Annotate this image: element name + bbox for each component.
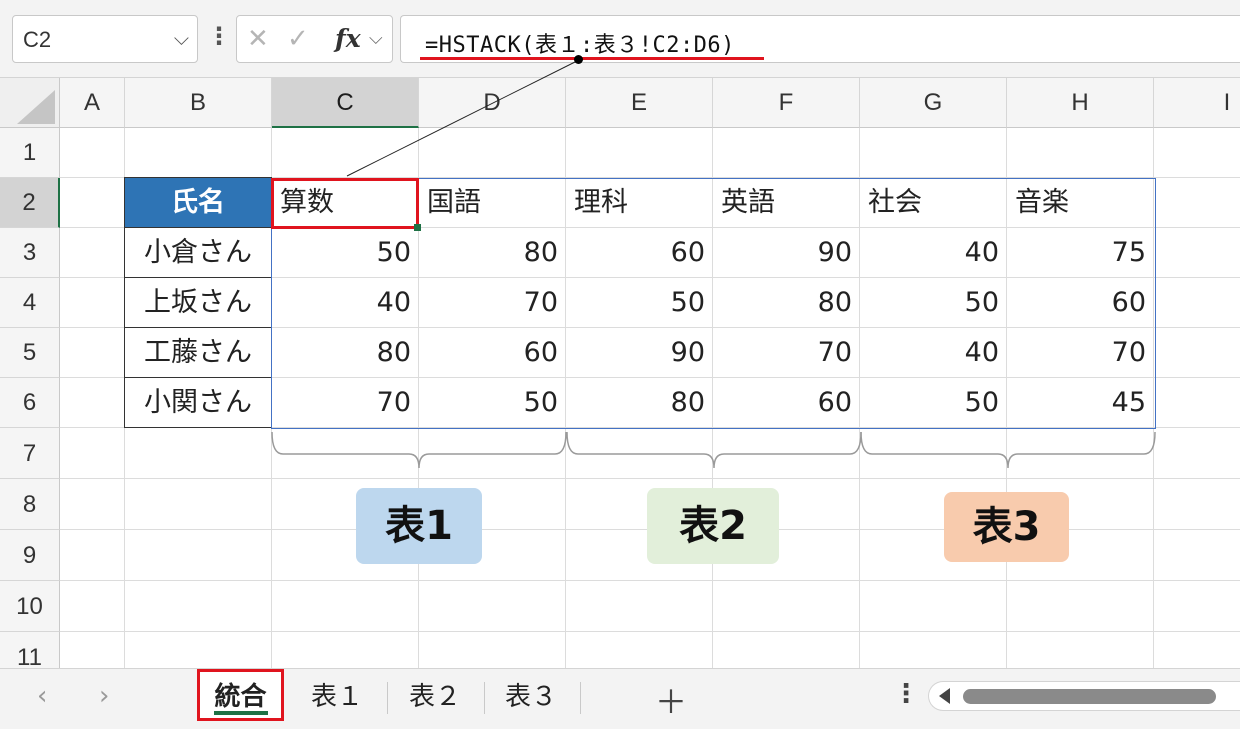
formula-text: =HSTACK(表１:表３!C2:D6) — [425, 33, 735, 58]
tab-sheet-2[interactable]: 表２ — [390, 669, 480, 725]
row-header-7[interactable]: 7 — [0, 428, 60, 479]
gridline — [60, 631, 1240, 632]
select-all-corner[interactable] — [0, 78, 60, 128]
horizontal-scrollbar[interactable] — [928, 681, 1240, 711]
badge-table-1: 表1 — [356, 488, 482, 564]
fx-icon[interactable]: fx — [335, 24, 361, 53]
row-header-1[interactable]: 1 — [0, 128, 60, 178]
column-header-c[interactable]: C — [272, 78, 419, 128]
column-header-i[interactable]: I — [1154, 78, 1240, 128]
chevron-down-icon[interactable]: ⌵ — [369, 28, 383, 49]
column-header-a[interactable]: A — [60, 78, 125, 128]
formula-bar: C2 ⌵ ⋮ ✕ ✓ fx ⌵ =HSTACK(表１:表３!C2:D6) — [0, 0, 1240, 78]
chevron-left-icon[interactable]: ‹ — [37, 681, 47, 711]
row-header-8[interactable]: 8 — [0, 479, 60, 530]
tab-separator — [484, 682, 485, 714]
brace-table-2 — [566, 431, 862, 469]
add-sheet-icon[interactable]: ＋ — [655, 677, 687, 723]
row-header-4[interactable]: 4 — [0, 278, 60, 328]
scroll-left-icon[interactable] — [939, 688, 950, 704]
sheet-tab-bar: ‹ › 統合 表１ 表２ 表３ ＋ ⋮ — [0, 668, 1240, 729]
cancel-icon[interactable]: ✕ — [247, 24, 269, 54]
active-tab-underline — [214, 711, 268, 715]
enter-icon[interactable]: ✓ — [287, 24, 309, 54]
formula-buttons: ✕ ✓ fx ⌵ — [236, 15, 393, 63]
formula-highlight-underline — [420, 57, 764, 60]
cell-b5[interactable]: 工藤さん — [124, 327, 272, 378]
formula-input[interactable]: =HSTACK(表１:表３!C2:D6) — [400, 15, 1240, 63]
badge-table-3: 表3 — [944, 492, 1069, 562]
row-header-6[interactable]: 6 — [0, 378, 60, 428]
callout-dot — [574, 55, 583, 64]
tab-sheet-combined[interactable]: 統合 — [197, 669, 284, 725]
brace-table-3 — [860, 431, 1156, 469]
row-header-11[interactable]: 11 — [0, 632, 60, 668]
cell-b2[interactable]: 氏名 — [124, 177, 272, 228]
row-header-3[interactable]: 3 — [0, 228, 60, 278]
column-header-g[interactable]: G — [860, 78, 1007, 128]
row-header-5[interactable]: 5 — [0, 328, 60, 378]
name-box[interactable]: C2 ⌵ — [12, 15, 198, 63]
tab-separator — [580, 682, 581, 714]
more-options-icon[interactable]: ⋮ — [893, 679, 919, 709]
gridline — [60, 478, 1240, 479]
column-header-d[interactable]: D — [419, 78, 566, 128]
column-header-e[interactable]: E — [566, 78, 713, 128]
scrollbar-thumb[interactable] — [963, 689, 1216, 704]
tab-sheet-3[interactable]: 表３ — [486, 669, 576, 725]
cell-b4[interactable]: 上坂さん — [124, 277, 272, 328]
gridline — [60, 580, 1240, 581]
cell-b6[interactable]: 小関さん — [124, 377, 272, 428]
badge-table-2: 表2 — [647, 488, 779, 564]
spreadsheet-grid[interactable]: A B C D E F G H I 1 2 3 4 5 6 7 8 9 10 1… — [0, 78, 1240, 668]
chevron-down-icon[interactable]: ⌵ — [174, 26, 189, 50]
tab-sheet-1[interactable]: 表１ — [292, 669, 382, 725]
active-cell-highlight — [271, 178, 419, 229]
tab-separator — [387, 682, 388, 714]
name-box-value: C2 — [23, 27, 52, 52]
column-header-f[interactable]: F — [713, 78, 860, 128]
row-header-2[interactable]: 2 — [0, 178, 60, 228]
cell-b3[interactable]: 小倉さん — [124, 227, 272, 278]
row-header-10[interactable]: 10 — [0, 581, 60, 632]
column-header-h[interactable]: H — [1007, 78, 1154, 128]
fill-handle[interactable] — [414, 224, 421, 231]
column-header-b[interactable]: B — [125, 78, 272, 128]
chevron-right-icon[interactable]: › — [99, 681, 109, 711]
row-header-9[interactable]: 9 — [0, 530, 60, 581]
more-options-icon[interactable]: ⋮ — [207, 22, 231, 50]
brace-table-1 — [271, 431, 567, 469]
